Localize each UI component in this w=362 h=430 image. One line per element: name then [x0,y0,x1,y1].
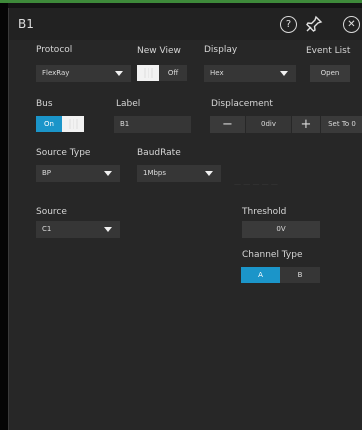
help-icon[interactable]: ? [280,16,297,33]
new-view-label: New View [137,46,181,56]
channel-type-option-a[interactable]: A [241,267,280,283]
source-value: C1 [42,225,52,233]
close-icon[interactable]: ✕ [343,16,360,33]
displacement-value[interactable]: 0div [246,116,291,133]
source-type-label: Source Type [36,148,91,158]
chevron-down-icon [104,227,112,232]
protocol-label: Protocol [36,45,73,55]
panel-title: B1 [18,17,34,31]
label-input[interactable]: B1 [114,116,191,133]
top-accent-line [0,0,362,3]
title-bar: B1 ? ✕ [9,8,362,40]
displacement-plus-button[interactable]: + [292,116,320,133]
display-label: Display [204,45,238,55]
channel-type-label: Channel Type [242,250,303,260]
source-type-dropdown[interactable]: BP [36,165,120,182]
left-edge-strip [0,3,8,430]
bus-label: Bus [36,99,53,109]
new-view-state: Off [167,69,179,77]
channel-type-option-b[interactable]: B [280,267,320,283]
displacement-minus-button[interactable]: − [210,116,245,133]
protocol-dropdown[interactable]: FlexRay [36,65,131,82]
display-value: Hex [210,69,224,77]
event-list-open-button[interactable]: Open [310,65,350,82]
protocol-value: FlexRay [42,69,70,77]
new-view-toggle[interactable]: Off [137,65,187,81]
toggle-handle [137,65,159,81]
chevron-down-icon [280,71,288,76]
chevron-down-icon [205,171,213,176]
bus-state: On [36,116,62,132]
display-dropdown[interactable]: Hex [204,65,296,82]
baud-rate-value: 1Mbps [143,169,167,177]
channel-type-selector[interactable]: A B [241,267,320,283]
threshold-label: Threshold [242,207,287,217]
chevron-down-icon [104,171,112,176]
bus-toggle[interactable]: On [36,116,84,132]
source-dropdown[interactable]: C1 [36,221,120,238]
baud-rate-dropdown[interactable]: 1Mbps [137,165,221,182]
bus-settings-panel: B1 ? ✕ Protocol FlexRay New View Off Dis… [8,8,362,430]
source-type-value: BP [42,169,52,177]
set-to-zero-button[interactable]: Set To 0 [321,116,362,133]
baud-rate-label: BaudRate [137,148,181,158]
pin-icon[interactable] [305,15,323,33]
threshold-input[interactable]: 0V [242,221,320,238]
background-watermark-text: — — — — — [234,180,278,188]
toggle-handle [62,116,84,132]
chevron-down-icon [115,71,123,76]
displacement-label: Displacement [211,99,273,109]
event-list-label: Event List [306,46,351,56]
bus-label-field-label: Label [116,99,141,109]
source-label: Source [36,207,67,217]
